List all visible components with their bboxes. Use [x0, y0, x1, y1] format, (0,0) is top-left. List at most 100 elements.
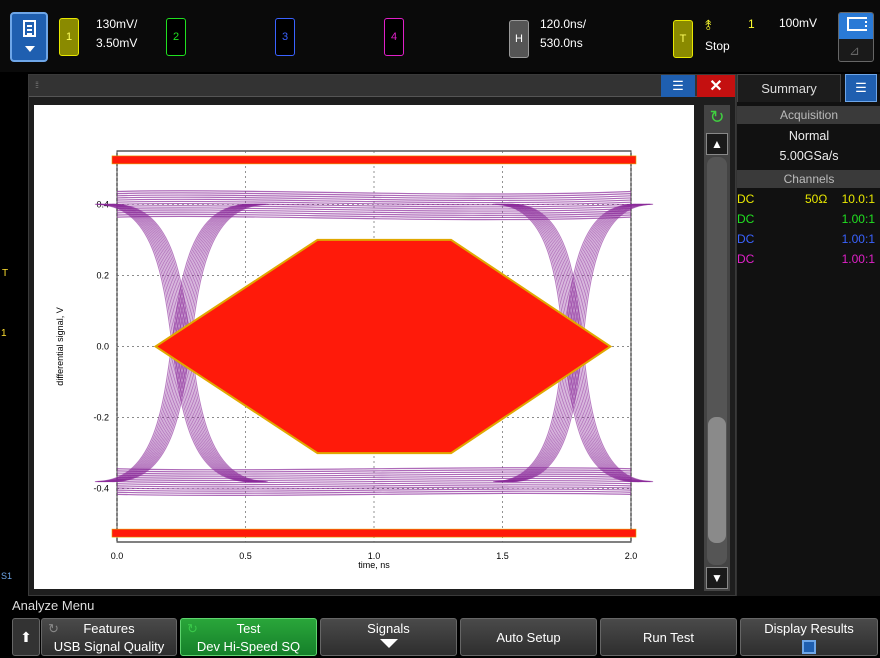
- x-tick-label: 0.0: [111, 551, 124, 561]
- test-softkey[interactable]: ↻ Test Dev Hi-Speed SQ: [180, 618, 317, 656]
- select-mode-button[interactable]: ⊿: [838, 12, 874, 62]
- channel-summary-row: DC 1.00:1: [737, 250, 880, 268]
- arrow-down-icon: ▼: [711, 571, 723, 585]
- summary-menu-button[interactable]: ☰: [845, 74, 877, 102]
- channel-3-button[interactable]: 3: [275, 18, 295, 56]
- channel-summary-row: DC 50Ω 10.0:1: [737, 190, 880, 208]
- chevron-down-icon: [25, 46, 35, 52]
- trigger-level: 100mV: [779, 16, 818, 30]
- summary-panel: Summary ☰ Acquisition Normal 5.00GSa/s C…: [736, 74, 880, 596]
- channels-header: Channels: [737, 170, 880, 188]
- top-status-bar: 1 130mV/ 3.50mV 2 3 4 H 120.0ns/ 530.0ns…: [0, 0, 880, 72]
- checkbox-icon[interactable]: [802, 640, 816, 654]
- channel-coupling: DC: [737, 212, 755, 226]
- channel-2-button[interactable]: 2: [166, 18, 186, 56]
- channel-1-ground-marker[interactable]: 1: [1, 328, 7, 339]
- channel-1-scale: 130mV/: [96, 17, 138, 31]
- cycle-icon: ↻: [48, 621, 59, 636]
- x-axis-label: time, ns: [358, 560, 390, 570]
- scroll-down-button[interactable]: ▼: [706, 567, 728, 589]
- channel-1-button[interactable]: 1: [59, 18, 79, 56]
- softkey-value: Dev Hi-Speed SQ: [196, 639, 301, 654]
- x-tick-label: 0.5: [239, 551, 252, 561]
- run-test-softkey[interactable]: Run Test: [600, 618, 737, 656]
- drag-grip-icon[interactable]: ⁞⁞: [35, 80, 39, 90]
- channel-coupling: DC: [737, 232, 755, 246]
- channel-2-label: 2: [172, 31, 180, 43]
- menu-list-icon: ☰: [672, 78, 684, 93]
- eye-diagram-chart: 0.0 0.5 1.0 1.5 2.00.40.20.0-0.2-0.4time, ns…: [55, 150, 654, 570]
- signals-softkey[interactable]: Signals: [320, 618, 457, 656]
- arrow-up-icon: ▲: [711, 137, 723, 151]
- y-tick-label: -0.4: [93, 484, 109, 494]
- channel-coupling: DC: [737, 252, 755, 266]
- y-tick-label: 0.2: [96, 270, 109, 280]
- eye-diagram-plot: 0.0 0.5 1.0 1.5 2.0 0.4 0.2 0.0 -0.2 -0.4 time, ns…: [34, 105, 694, 589]
- x-tick-label: 1.5: [496, 551, 509, 561]
- softkey-label: Run Test: [642, 630, 695, 645]
- channel-probe-ratio: 10.0:1: [841, 192, 875, 206]
- trigger-source: 1: [748, 17, 755, 31]
- softkey-label: Signals: [367, 621, 410, 636]
- mask-limit-bar: [111, 155, 637, 165]
- close-button[interactable]: ✕: [697, 75, 735, 97]
- sample-rate: 5.00GSa/s: [779, 149, 839, 163]
- softkey-bar: ⬆ ↻ Features USB Signal Quality ↻ Test D…: [0, 616, 880, 658]
- select-rectangle-icon: [847, 17, 867, 31]
- x-tick-label: 2.0: [625, 551, 638, 561]
- mask-limit-bar: [111, 528, 637, 538]
- channel-impedance: 50Ω: [805, 192, 828, 206]
- channel-1-label: 1: [65, 31, 73, 43]
- horizontal-button[interactable]: H: [509, 20, 529, 58]
- scroll-up-button[interactable]: ▲: [706, 133, 728, 155]
- acquisition-mode: Normal: [788, 129, 830, 143]
- plot-title-bar[interactable]: ⁞⁞ ☰ ✕: [29, 75, 735, 97]
- horizontal-label: H: [515, 33, 523, 45]
- cycle-icon: ↻: [187, 621, 198, 636]
- trigger-label: T: [679, 33, 687, 45]
- back-button[interactable]: ⬆: [12, 618, 40, 656]
- scroll-track[interactable]: [707, 157, 727, 565]
- channel-summary-row: DC 1.00:1: [737, 230, 880, 248]
- softkey-label: Test: [236, 621, 261, 636]
- y-axis-label: differential signal, V: [55, 307, 65, 385]
- vertical-scrollbar[interactable]: ↻ ▲ ▼: [704, 105, 730, 591]
- features-softkey[interactable]: ↻ Features USB Signal Quality: [41, 618, 177, 656]
- softkey-menu-title: Analyze Menu: [0, 596, 880, 616]
- main-menu-button[interactable]: [10, 12, 48, 62]
- scroll-thumb[interactable]: [708, 417, 726, 543]
- softkey-label: Auto Setup: [496, 630, 561, 645]
- selection-mode[interactable]: [839, 13, 873, 39]
- horizontal-scale: 120.0ns/: [540, 17, 587, 31]
- channel-coupling: DC: [737, 192, 755, 206]
- channel-probe-ratio: 1.00:1: [841, 232, 875, 246]
- menu-list-icon: [23, 20, 36, 37]
- close-icon: ✕: [709, 78, 723, 95]
- acquisition-header: Acquisition: [737, 106, 880, 124]
- channel-probe-ratio: 1.00:1: [841, 212, 875, 226]
- horizontal-delay: 530.0ns: [540, 36, 583, 50]
- menu-list-icon: ☰: [855, 80, 867, 95]
- y-tick-label: 0.0: [96, 342, 109, 352]
- softkey-label: Display Results: [764, 621, 854, 636]
- auto-setup-softkey[interactable]: Auto Setup: [460, 618, 597, 656]
- channel-4-label: 4: [390, 31, 398, 43]
- serial-marker[interactable]: S1: [1, 571, 12, 581]
- plot-menu-button[interactable]: ☰: [661, 75, 695, 97]
- arrow-up-icon: ⬆: [20, 628, 32, 645]
- channel-4-button[interactable]: 4: [384, 18, 404, 56]
- refresh-icon[interactable]: ↻: [707, 107, 727, 127]
- tab-summary[interactable]: Summary: [737, 74, 841, 102]
- channel-probe-ratio: 1.00:1: [841, 252, 875, 266]
- run-state: Stop: [705, 39, 730, 53]
- display-results-softkey[interactable]: Display Results: [740, 618, 878, 656]
- rising-edge-icon: ⥉: [705, 17, 712, 33]
- arrow-down-icon: [379, 639, 398, 648]
- draw-mode-icon[interactable]: ⊿: [849, 43, 860, 59]
- left-marker-strip: T 1 S1: [0, 72, 12, 594]
- trigger-button[interactable]: T: [673, 20, 693, 58]
- analysis-plot-window: ⁞⁞ ☰ ✕ 0.0 0.5 1.0 1.5 2.0 0.4 0.2 0.0 -0.2 -0.4 t…: [28, 74, 736, 596]
- y-tick-label: -0.2: [93, 413, 109, 423]
- softkey-value: USB Signal Quality: [53, 639, 165, 654]
- trigger-level-marker[interactable]: T: [2, 268, 8, 279]
